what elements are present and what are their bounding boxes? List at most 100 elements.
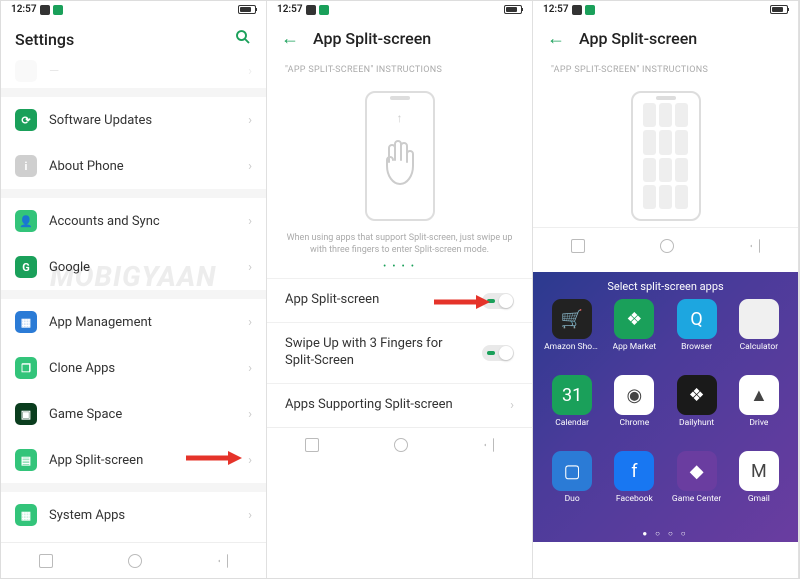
app-item[interactable]: MGmail <box>730 451 788 525</box>
app-icon: ❖ <box>614 299 654 339</box>
home-button[interactable] <box>394 438 408 452</box>
app-item[interactable]: Calculator <box>730 299 788 373</box>
split-icon: ▤ <box>15 449 37 471</box>
list-item-app-split-screen[interactable]: ▤ App Split-screen › <box>1 437 266 483</box>
home-button[interactable] <box>660 239 674 253</box>
home-button[interactable] <box>128 554 142 568</box>
list-item-accounts-sync[interactable]: 👤 Accounts and Sync › <box>1 198 266 244</box>
toggle-switch[interactable] <box>482 293 514 309</box>
update-icon: ⟳ <box>15 109 37 131</box>
divider <box>1 290 266 299</box>
app-icon: Q <box>677 299 717 339</box>
status-icon <box>585 5 595 15</box>
clone-icon: ❐ <box>15 357 37 379</box>
hint-text: When using apps that support Split-scree… <box>267 227 532 262</box>
navigation-bar <box>1 542 266 578</box>
phone-illustration: ↑ <box>365 91 435 221</box>
header: ← App Split-screen <box>533 18 798 59</box>
screen-select-apps: 12:57 ← App Split-screen "APP SPLIT-SCRE… <box>533 1 799 578</box>
app-icon: ▲ <box>739 375 779 415</box>
app-label: Dailyhunt <box>679 418 714 428</box>
chevron-right-icon: › <box>248 260 252 275</box>
status-icon <box>306 5 316 15</box>
back-button[interactable] <box>484 438 494 452</box>
page-indicator: • • • • <box>267 262 532 278</box>
app-item[interactable]: ◉ Chrome <box>605 375 663 449</box>
app-icon: ◆ <box>677 451 717 491</box>
app-item[interactable]: fFacebook <box>605 451 663 525</box>
recents-button[interactable] <box>305 438 319 452</box>
game-icon: ▣ <box>15 403 37 425</box>
info-icon: i <box>15 155 37 177</box>
system-icon: ▦ <box>15 504 37 526</box>
list-item-system-apps[interactable]: ▦ System Apps › <box>1 492 266 538</box>
app-label: App Market <box>613 342 657 352</box>
app-label: Duo <box>565 494 580 504</box>
list-item-software-updates[interactable]: ⟳ Software Updates › <box>1 97 266 143</box>
chevron-right-icon: › <box>248 407 252 422</box>
illustration: ↑ <box>267 81 532 227</box>
app-label: Browser <box>681 342 712 352</box>
recents-button[interactable] <box>571 239 585 253</box>
chevron-right-icon: › <box>248 113 252 128</box>
recents-button[interactable] <box>39 554 53 568</box>
status-icon <box>53 5 63 15</box>
battery-icon <box>770 5 788 14</box>
toggle-switch[interactable] <box>482 345 514 361</box>
divider <box>1 189 266 198</box>
app-grid: 🛒 Amazon Shop… ❖ App Market Q Browser Calculat… <box>537 299 794 525</box>
app-icon: ◉ <box>614 375 654 415</box>
list-item-google[interactable]: G Google › <box>1 244 266 290</box>
header: ← App Split-screen <box>267 18 532 59</box>
divider <box>1 88 266 97</box>
app-icon: 🛒 <box>552 299 592 339</box>
toggle-swipe-3-fingers[interactable]: Swipe Up with 3 Fingers for Split-Screen <box>267 322 532 383</box>
divider <box>1 483 266 492</box>
app-item[interactable]: ❖Dailyhunt <box>668 375 726 449</box>
app-label: Calculator <box>740 342 778 352</box>
hand-icon <box>377 132 423 201</box>
navigation-bar <box>267 427 532 463</box>
app-item[interactable]: 🛒 Amazon Shop… <box>543 299 601 373</box>
screen-settings: 12:57 Settings —› ⟳ Software Updates › i… <box>1 1 267 578</box>
app-label: Drive <box>749 418 768 428</box>
status-icon <box>319 5 329 15</box>
app-item[interactable]: 31Calendar <box>543 375 601 449</box>
status-bar: 12:57 <box>533 1 798 18</box>
chevron-right-icon: › <box>248 159 252 174</box>
list-item-app-management[interactable]: ▦ App Management › <box>1 299 266 345</box>
app-label: Facebook <box>616 494 653 504</box>
search-icon[interactable] <box>234 28 252 50</box>
settings-list: —› ⟳ Software Updates › i About Phone › … <box>1 60 266 542</box>
app-item[interactable]: ▢Duo <box>543 451 601 525</box>
list-item-clone-apps[interactable]: ❐ Clone Apps › <box>1 345 266 391</box>
back-button[interactable] <box>750 239 760 253</box>
apps-icon: ▦ <box>15 311 37 333</box>
back-button[interactable] <box>218 554 228 568</box>
account-icon: 👤 <box>15 210 37 232</box>
chevron-right-icon: › <box>248 315 252 330</box>
list-item-game-space[interactable]: ▣ Game Space › <box>1 391 266 437</box>
status-time: 12:57 <box>277 4 303 15</box>
status-icon <box>40 5 50 15</box>
app-icon: 31 <box>552 375 592 415</box>
chevron-right-icon: › <box>248 508 252 523</box>
status-time: 12:57 <box>543 4 569 15</box>
toggle-app-split-screen[interactable]: App Split-screen <box>267 278 532 322</box>
back-icon[interactable]: ← <box>547 28 565 49</box>
app-item[interactable]: ▲ Drive <box>730 375 788 449</box>
row-apps-supporting-split[interactable]: Apps Supporting Split-screen › <box>267 383 532 427</box>
app-label: Gmail <box>748 494 770 504</box>
list-item-about-phone[interactable]: i About Phone › <box>1 143 266 189</box>
app-item[interactable]: ❖ App Market <box>605 299 663 373</box>
app-label: Chrome <box>619 418 649 428</box>
page-title: App Split-screen <box>579 29 784 48</box>
list-item[interactable]: —› <box>1 60 266 88</box>
app-item[interactable]: ◆ Game Center <box>668 451 726 525</box>
app-label: Game Center <box>672 494 721 504</box>
back-icon[interactable]: ← <box>281 28 299 49</box>
app-label: Amazon Shop… <box>544 342 600 352</box>
chevron-right-icon: › <box>248 453 252 468</box>
overlay-title: Select split-screen apps <box>537 280 794 299</box>
app-item[interactable]: Q Browser <box>668 299 726 373</box>
